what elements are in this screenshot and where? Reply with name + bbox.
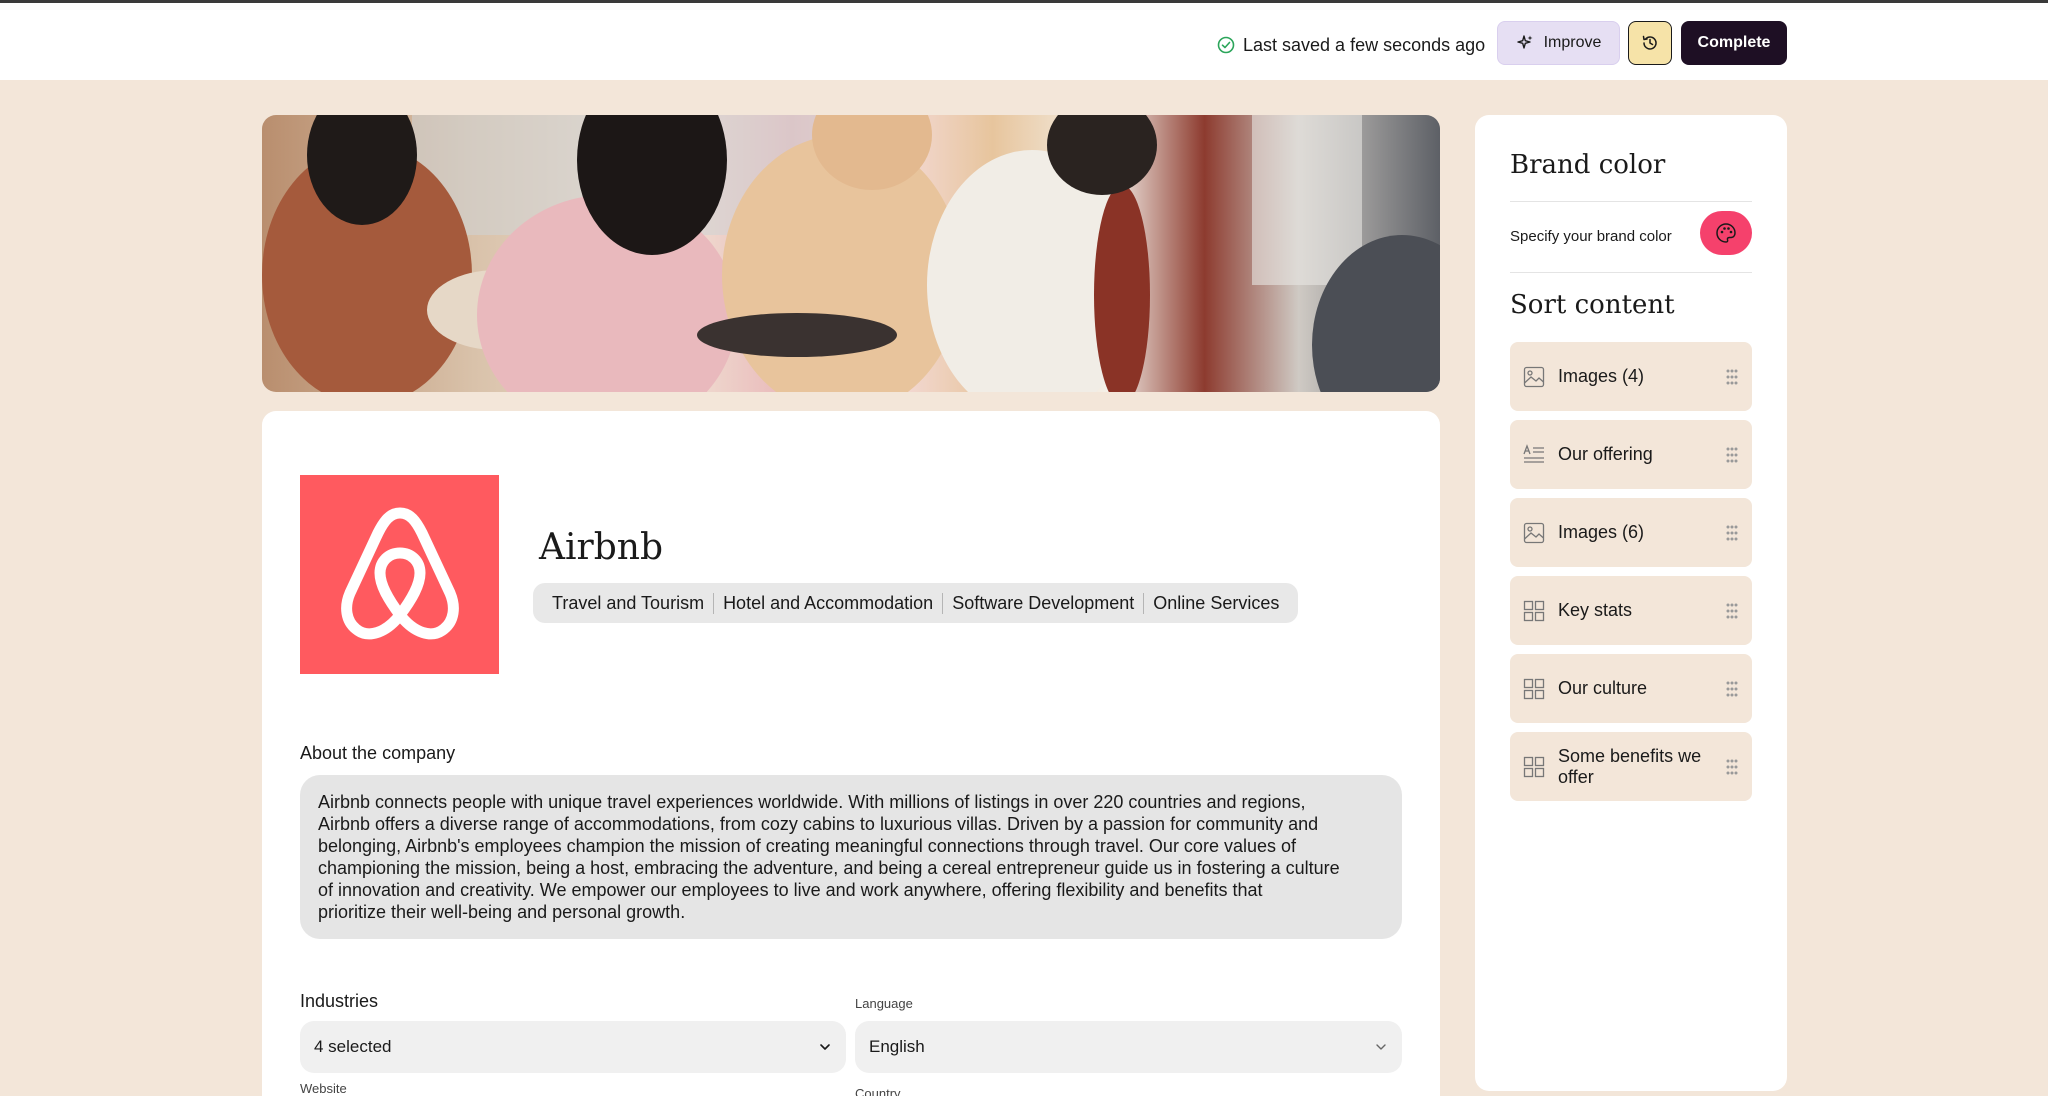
industry-tag: Hotel and Accommodation [713, 592, 942, 614]
text-icon [1522, 443, 1546, 467]
image-icon [1522, 521, 1546, 545]
check-circle-icon [1217, 36, 1235, 54]
drag-handle-icon[interactable] [1724, 758, 1740, 776]
sort-item-key-stats[interactable]: Key stats [1510, 576, 1752, 645]
drag-handle-icon[interactable] [1724, 524, 1740, 542]
cover-photo [262, 115, 1440, 392]
sort-item-our-culture[interactable]: Our culture [1510, 654, 1752, 723]
language-value: English [869, 1037, 925, 1056]
palette-icon [1716, 223, 1736, 243]
industry-tags: Travel and Tourism Hotel and Accommodati… [533, 583, 1299, 623]
settings-panel: Brand color Specify your brand color Sor… [1475, 115, 1787, 1091]
sort-item-label: Images (6) [1558, 522, 1645, 542]
grid-icon [1522, 755, 1546, 779]
industry-tag: Online Services [1143, 592, 1288, 614]
about-label: About the company [300, 743, 456, 763]
industries-value: 4 selected [314, 1037, 392, 1056]
brand-color-picker[interactable] [1700, 211, 1752, 255]
sort-item-label: Our offering [1558, 444, 1653, 464]
sort-item-images-4[interactable]: Images (4) [1510, 342, 1752, 411]
chevron-down-icon [820, 1044, 830, 1050]
sort-item-label: Images (4) [1558, 366, 1645, 386]
website-label: Website [300, 1081, 347, 1096]
sort-item-our-offering[interactable]: Our offering [1510, 420, 1752, 489]
language-label: Language [855, 996, 913, 1011]
about-textarea[interactable]: Airbnb connects people with unique trave… [300, 775, 1402, 939]
language-select[interactable]: English [855, 1021, 1402, 1073]
save-status: Last saved a few seconds ago [1217, 30, 1485, 60]
improve-label: Improve [1543, 34, 1602, 51]
grid-icon [1522, 677, 1546, 701]
industries-label: Industries [300, 991, 379, 1011]
drag-handle-icon[interactable] [1724, 680, 1740, 698]
improve-button[interactable]: Improve [1497, 21, 1620, 65]
history-icon [1642, 35, 1657, 50]
industry-tag: Travel and Tourism [552, 592, 705, 613]
history-button[interactable] [1628, 21, 1672, 65]
sparkle-icon [1516, 35, 1533, 49]
company-logo[interactable] [300, 475, 499, 674]
divider [1510, 201, 1752, 202]
company-name: Airbnb [539, 527, 663, 568]
top-bar: Last saved a few seconds ago Improve Com… [0, 3, 2048, 80]
image-icon [1522, 365, 1546, 389]
industry-tag: Software Development [942, 592, 1143, 614]
sort-content-title: Sort content [1510, 290, 1675, 320]
complete-button[interactable]: Complete [1681, 21, 1787, 65]
chevron-down-icon [1376, 1044, 1386, 1050]
company-card: Airbnb Travel and Tourism Hotel and Acco… [262, 411, 1440, 1096]
drag-handle-icon[interactable] [1724, 602, 1740, 620]
sort-item-label: Our culture [1558, 678, 1648, 698]
cover-image[interactable] [262, 115, 1440, 392]
drag-handle-icon[interactable] [1724, 446, 1740, 464]
country-label: Country [855, 1086, 901, 1096]
grid-icon [1522, 599, 1546, 623]
brand-color-title: Brand color [1510, 150, 1666, 180]
divider [1510, 272, 1752, 273]
drag-handle-icon[interactable] [1724, 368, 1740, 386]
sort-item-label: Some benefits we offer [1558, 745, 1702, 787]
save-status-text: Last saved a few seconds ago [1243, 34, 1486, 55]
sort-item-benefits[interactable]: Some benefits we offer [1510, 732, 1752, 801]
airbnb-logo [340, 507, 459, 639]
industries-select[interactable]: 4 selected [300, 1021, 846, 1073]
brand-color-hint: Specify your brand color [1510, 228, 1672, 245]
sort-item-images-6[interactable]: Images (6) [1510, 498, 1752, 567]
sort-item-label: Key stats [1558, 600, 1633, 620]
